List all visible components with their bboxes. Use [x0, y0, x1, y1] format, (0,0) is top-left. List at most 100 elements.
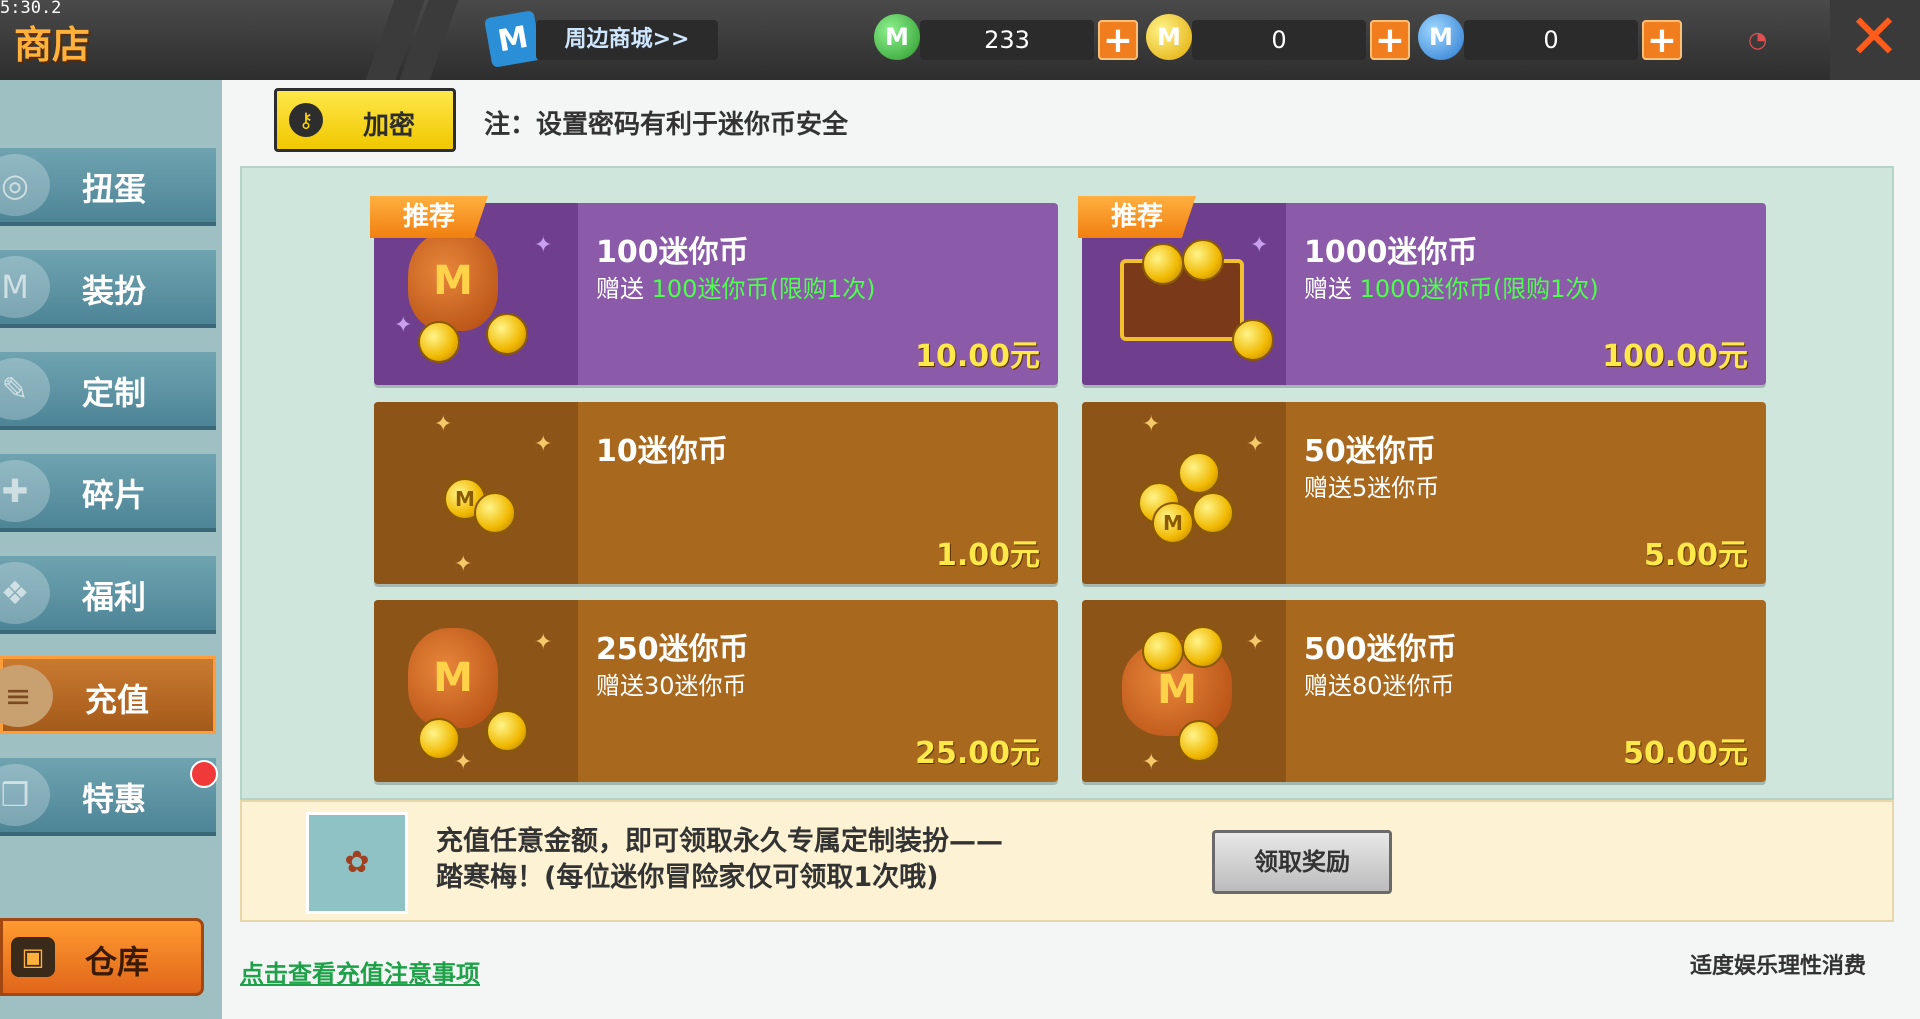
recharge-notice-link[interactable]: 点击查看充值注意事项 — [240, 954, 480, 989]
pencil-icon: ✎ — [0, 358, 50, 420]
sidebar-item-label: 定制 — [82, 374, 147, 412]
notification-dot — [190, 760, 218, 788]
product-gift: 赠送30迷你币 — [596, 672, 747, 700]
warehouse-label: 仓库 — [85, 943, 150, 981]
sparkle-icon: ✦ — [1246, 630, 1265, 655]
coin-icon — [1142, 630, 1184, 672]
puzzle-icon: ✚ — [0, 460, 50, 522]
encrypt-button[interactable]: ⚷ 加密 — [274, 88, 456, 152]
add-green-coin-button[interactable]: + — [1098, 20, 1138, 60]
product-title: 1000迷你币 — [1304, 235, 1478, 270]
close-button[interactable]: ✕ — [1830, 0, 1920, 80]
coin-icon — [474, 492, 516, 534]
security-note: 注：设置密码有利于迷你币安全 — [484, 110, 849, 140]
sidebar-item-special[interactable]: ❒ 特惠 — [0, 758, 216, 836]
coin-icon — [486, 710, 528, 752]
product-image: M ✦ ✦ — [1082, 600, 1286, 782]
recommend-badge: 推荐 — [1078, 196, 1196, 238]
coin-icon — [486, 313, 528, 355]
backpack-icon: ▣ — [11, 937, 55, 977]
product-price: 10.00元 — [915, 339, 1040, 374]
coin-icon — [1178, 452, 1220, 494]
product-title: 100迷你币 — [596, 235, 749, 270]
sidebar-item-label: 碎片 — [82, 476, 147, 514]
sidebar-item-label: 扭蛋 — [82, 170, 147, 208]
product-image: M ✦ ✦ ✦ — [374, 402, 578, 584]
moderation-hint: 适度娱乐理性消费 — [1690, 954, 1867, 979]
plum-blossom-outfit-image: ✿ — [306, 812, 408, 914]
sparkle-icon: ✦ — [454, 552, 473, 577]
product-card[interactable]: M ✦ ✦ 250迷你币 赠送30迷你币 25.00元 — [374, 600, 1058, 782]
product-gift: 赠送 1000迷你币(限购1次) — [1304, 275, 1599, 303]
green-mini-coin-icon: M — [874, 14, 920, 60]
sidebar-item-label: 福利 — [82, 578, 147, 616]
close-icon: ✕ — [1848, 0, 1900, 73]
product-title: 10迷你币 — [596, 434, 728, 469]
product-title: 50迷你币 — [1304, 434, 1436, 469]
sparkle-icon: ✦ — [454, 750, 473, 775]
sparkle-icon: ✦ — [1246, 432, 1265, 457]
page-title: 商店 — [14, 23, 91, 67]
coin-icon — [1232, 319, 1274, 361]
product-card[interactable]: M ✦ ✦ ✦ 10迷你币 1.00元 — [374, 402, 1058, 584]
sidebar-item-gacha[interactable]: ◎ 扭蛋 — [0, 148, 216, 226]
sidebar-item-custom[interactable]: ✎ 定制 — [0, 352, 216, 430]
add-gold-coin-button[interactable]: + — [1370, 20, 1410, 60]
product-card[interactable]: ✦ 1000迷你币 赠送 1000迷你币(限购1次) 100.00元 — [1082, 203, 1766, 385]
product-image: M ✦ ✦ — [374, 600, 578, 782]
sparkle-icon: ✦ — [1142, 750, 1161, 775]
sparkle-icon: ✦ — [534, 432, 553, 457]
product-gift: 赠送5迷你币 — [1304, 474, 1440, 502]
currency-value: 0 — [1192, 20, 1366, 60]
product-gift: 赠送80迷你币 — [1304, 672, 1455, 700]
mall-label: 周边商城>> — [536, 20, 718, 60]
sparkle-icon: ✦ — [534, 630, 553, 655]
outfit-icon: M — [0, 256, 50, 318]
sidebar-item-label: 装扮 — [82, 272, 147, 310]
coin-bag-icon: M — [408, 628, 498, 728]
sidebar-item-recharge[interactable]: ≡ 充值 — [0, 656, 216, 734]
product-price: 25.00元 — [915, 736, 1040, 771]
coin-icon — [418, 321, 460, 363]
product-card[interactable]: M ✦ ✦ 100迷你币 赠送 100迷你币(限购1次) 10.00元 — [374, 203, 1058, 385]
sparkle-icon: ✦ — [1250, 233, 1269, 258]
sidebar-item-fragments[interactable]: ✚ 碎片 — [0, 454, 216, 532]
product-card[interactable]: M ✦ ✦ 500迷你币 赠送80迷你币 50.00元 — [1082, 600, 1766, 782]
coin-icon — [1142, 243, 1184, 285]
promo-text: 充值任意金额，即可领取永久专属定制装扮—— 踏寒梅！(每位迷你冒险家仅可领取1次… — [436, 826, 1003, 893]
gold-mini-coin-icon: M — [1146, 14, 1192, 60]
product-image: M ✦ ✦ — [1082, 402, 1286, 584]
sparkle-icon: ✦ — [434, 412, 453, 437]
sidebar-item-label: 充值 — [85, 681, 150, 719]
product-price: 100.00元 — [1602, 339, 1748, 374]
key-icon: ⚷ — [289, 103, 323, 137]
coin-icon: M — [1152, 502, 1194, 544]
product-price: 5.00元 — [1643, 538, 1748, 573]
sidebar-item-outfit[interactable]: M 装扮 — [0, 250, 216, 328]
encrypt-label: 加密 — [363, 111, 416, 141]
mall-button[interactable]: M 周边商城>> — [484, 10, 720, 68]
claim-reward-button[interactable]: 领取奖励 — [1212, 830, 1392, 894]
coin-bag-icon: M — [408, 231, 498, 331]
product-title: 500迷你币 — [1304, 632, 1457, 667]
sparkle-icon: ✦ — [1142, 412, 1161, 437]
promo-banner: ✿ 充值任意金额，即可领取永久专属定制装扮—— 踏寒梅！(每位迷你冒险家仅可领取… — [240, 800, 1894, 922]
capsule-icon: ◎ — [0, 154, 50, 216]
coin-icon — [1178, 720, 1220, 762]
coin-stack-icon: ≡ — [0, 665, 53, 727]
present-icon: ❒ — [0, 764, 50, 826]
coin-icon — [1192, 492, 1234, 534]
sparkle-icon: ✦ — [534, 233, 553, 258]
coin-icon — [1182, 626, 1224, 668]
sidebar-item-welfare[interactable]: ❖ 福利 — [0, 556, 216, 634]
currency-value: 233 — [920, 20, 1094, 60]
sparkle-icon: ✦ — [394, 313, 413, 338]
sidebar-item-label: 特惠 — [82, 780, 147, 818]
product-card[interactable]: M ✦ ✦ 50迷你币 赠送5迷你币 5.00元 — [1082, 402, 1766, 584]
product-price: 1.00元 — [935, 538, 1040, 573]
warehouse-button[interactable]: ▣ 仓库 — [0, 918, 204, 996]
add-blue-coin-button[interactable]: + — [1642, 20, 1682, 60]
product-gift: 赠送 100迷你币(限购1次) — [596, 275, 876, 303]
blue-mini-coin-icon: M — [1418, 14, 1464, 60]
product-title: 250迷你币 — [596, 632, 749, 667]
